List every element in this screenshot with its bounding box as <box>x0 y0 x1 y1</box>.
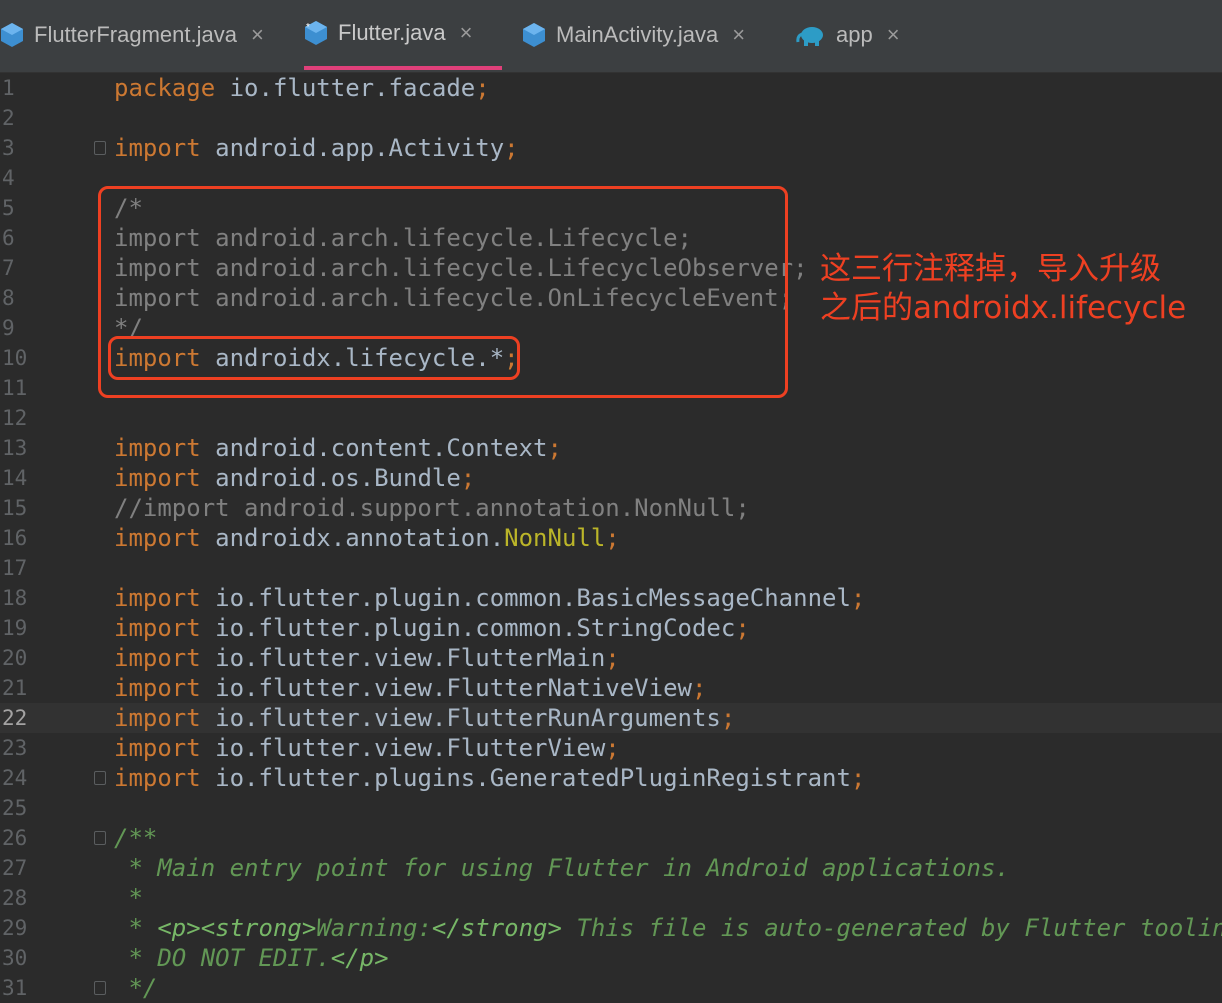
tab-label: MainActivity.java <box>556 22 719 47</box>
code-line-18: import io.flutter.plugin.common.BasicMes… <box>114 584 866 612</box>
line-number: 11 <box>2 376 28 400</box>
editor-tab-bar: FlutterFragment.java × * Flutter.java × … <box>0 0 1222 73</box>
java-class-icon <box>522 22 546 48</box>
tab-mainactivity-java[interactable]: MainActivity.java × <box>522 0 772 70</box>
tab-label: app <box>836 22 873 47</box>
line-number-current: 22 <box>2 706 28 730</box>
fold-marker-icon[interactable] <box>94 831 106 845</box>
line-number: 23 <box>2 736 28 760</box>
line-number: 2 <box>2 106 15 130</box>
tab-flutterfragment-java[interactable]: FlutterFragment.java × <box>0 0 280 70</box>
code-line-1: package io.flutter.facade; <box>114 74 490 102</box>
code-line-3: import android.app.Activity; <box>114 134 519 162</box>
tab-flutter-java[interactable]: * Flutter.java × <box>304 0 502 70</box>
close-icon[interactable]: × <box>251 22 264 48</box>
line-number: 28 <box>2 886 28 910</box>
close-icon[interactable]: × <box>732 22 745 48</box>
line-number: 5 <box>2 196 15 220</box>
fold-marker-icon[interactable] <box>94 771 106 785</box>
code-line-29: * <p><strong>Warning:</strong> This file… <box>114 914 1222 942</box>
java-class-icon <box>0 22 24 48</box>
line-number: 16 <box>2 526 28 550</box>
line-number: 14 <box>2 466 28 490</box>
gradle-elephant-icon <box>796 22 826 48</box>
line-number: 3 <box>2 136 15 160</box>
code-line-21: import io.flutter.view.FlutterNativeView… <box>114 674 707 702</box>
code-line-15: //import android.support.annotation.NonN… <box>114 494 750 522</box>
line-number: 30 <box>2 946 28 970</box>
line-number: 31 <box>2 976 28 1000</box>
line-number: 19 <box>2 616 28 640</box>
line-number: 26 <box>2 826 28 850</box>
code-line-22: import io.flutter.view.FlutterRunArgumen… <box>114 704 736 732</box>
code-line-31: */ <box>114 974 158 1002</box>
svg-text:*: * <box>306 22 310 33</box>
code-line-26: /** <box>114 824 158 852</box>
tab-app-gradle[interactable]: app × <box>796 0 916 70</box>
code-line-23: import io.flutter.view.FlutterView; <box>114 734 620 762</box>
line-number: 10 <box>2 346 28 370</box>
code-line-19: import io.flutter.plugin.common.StringCo… <box>114 614 750 642</box>
code-line-24: import io.flutter.plugins.GeneratedPlugi… <box>114 764 866 792</box>
fold-marker-icon[interactable] <box>94 981 106 995</box>
close-icon[interactable]: × <box>887 22 900 48</box>
line-number: 1 <box>2 76 15 100</box>
line-number: 17 <box>2 556 28 580</box>
line-number: 13 <box>2 436 28 460</box>
tab-label: Flutter.java <box>338 20 446 45</box>
close-icon[interactable]: × <box>460 20 473 46</box>
code-line-13: import android.content.Context; <box>114 434 562 462</box>
tab-label: FlutterFragment.java <box>34 22 237 47</box>
line-number: 21 <box>2 676 28 700</box>
annotation-note: 这三行注释掉，导入升级 之后的androidx.lifecycle <box>820 251 1187 326</box>
line-number: 27 <box>2 856 28 880</box>
code-line-27: * Main entry point for using Flutter in … <box>114 854 1010 882</box>
fold-marker-icon[interactable] <box>94 141 106 155</box>
line-number: 12 <box>2 406 28 430</box>
line-number: 24 <box>2 766 28 790</box>
highlight-box-androidx-import <box>108 336 520 380</box>
java-class-icon: * <box>304 20 328 46</box>
line-number: 7 <box>2 256 15 280</box>
line-number: 8 <box>2 286 15 310</box>
code-line-16: import androidx.annotation.NonNull; <box>114 524 620 552</box>
line-number: 6 <box>2 226 15 250</box>
line-number: 20 <box>2 646 28 670</box>
line-number: 29 <box>2 916 28 940</box>
line-number: 25 <box>2 796 28 820</box>
line-number: 18 <box>2 586 28 610</box>
code-line-28: * <box>114 884 143 912</box>
code-line-14: import android.os.Bundle; <box>114 464 476 492</box>
code-line-30: * DO NOT EDIT.</p> <box>114 944 389 972</box>
line-number: 9 <box>2 316 15 340</box>
line-number: 4 <box>2 166 15 190</box>
code-line-20: import io.flutter.view.FlutterMain; <box>114 644 620 672</box>
line-number: 15 <box>2 496 28 520</box>
